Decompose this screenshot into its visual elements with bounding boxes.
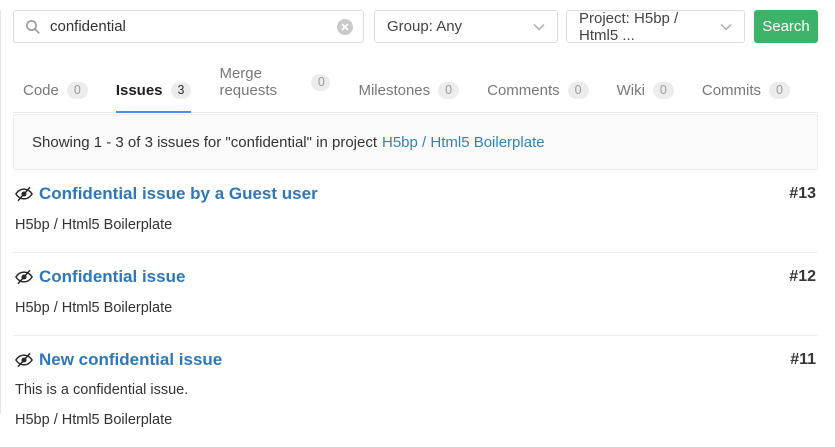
- confidential-eye-slash-icon: [15, 269, 33, 285]
- tab-milestones[interactable]: Milestones 0: [358, 69, 459, 113]
- summary-project-link[interactable]: H5bp / Html5 Boilerplate: [382, 134, 545, 151]
- tab-label: Issues: [116, 82, 163, 99]
- tab-count-badge: 0: [311, 74, 331, 91]
- issue-project-name: H5bp / Html5 Boilerplate: [15, 412, 816, 429]
- tab-label: Wiki: [617, 82, 645, 99]
- chevron-down-icon: [533, 23, 545, 31]
- group-filter-value: Group: Any: [387, 18, 462, 35]
- search-icon: [25, 19, 41, 35]
- search-input[interactable]: [14, 11, 363, 42]
- tab-label: Code: [23, 82, 59, 99]
- issue-result-head: Confidential issue #12: [15, 266, 816, 287]
- tab-count-badge: 3: [171, 82, 192, 99]
- issue-project-name: H5bp / Html5 Boilerplate: [15, 217, 816, 234]
- project-filter-value: Project: H5bp / Html5 ...: [579, 10, 712, 44]
- tab-label: Commits: [702, 82, 761, 99]
- project-filter-dropdown[interactable]: Project: H5bp / Html5 ...: [566, 10, 745, 43]
- search-form: Group: Any Project: H5bp / Html5 ... Sea…: [13, 10, 818, 43]
- issue-title-link[interactable]: Confidential issue: [39, 266, 777, 287]
- issue-number: #12: [789, 268, 816, 286]
- tab-count-badge: 0: [568, 82, 589, 99]
- issue-project-name: H5bp / Html5 Boilerplate: [15, 300, 816, 317]
- results-summary-text: Showing 1 - 3 of 3 issues for "confident…: [32, 134, 377, 151]
- tab-label: Merge requests: [219, 65, 302, 99]
- group-filter-dropdown[interactable]: Group: Any: [374, 10, 558, 43]
- tab-label: Milestones: [358, 82, 430, 99]
- search-results-page: Group: Any Project: H5bp / Html5 ... Sea…: [1, 10, 835, 447]
- tab-label: Comments: [487, 82, 560, 99]
- tab-count-badge: 0: [653, 82, 674, 99]
- clear-search-icon[interactable]: [336, 18, 354, 36]
- tab-wiki[interactable]: Wiki 0: [617, 69, 674, 113]
- tab-count-badge: 0: [769, 82, 790, 99]
- chevron-down-icon: [720, 23, 732, 31]
- issue-result-head: New confidential issue #11: [15, 349, 816, 370]
- issue-result-row: Confidential issue by a Guest user #13 H…: [13, 170, 818, 253]
- search-button[interactable]: Search: [754, 10, 818, 43]
- issue-result-row: Confidential issue #12 H5bp / Html5 Boil…: [13, 253, 818, 336]
- issue-number: #13: [789, 185, 816, 203]
- issue-title-link[interactable]: Confidential issue by a Guest user: [39, 183, 777, 204]
- tab-count-badge: 0: [67, 82, 88, 99]
- search-input-wrap: [13, 10, 364, 43]
- issue-result-head: Confidential issue by a Guest user #13: [15, 183, 816, 204]
- tab-merge-requests[interactable]: Merge requests 0: [219, 52, 330, 113]
- confidential-eye-slash-icon: [15, 186, 33, 202]
- tab-count-badge: 0: [438, 82, 459, 99]
- results-summary-banner: Showing 1 - 3 of 3 issues for "confident…: [13, 114, 818, 170]
- issue-number: #11: [790, 351, 816, 369]
- issue-description: This is a confidential issue.: [15, 382, 816, 399]
- issue-result-row: New confidential issue #11 This is a con…: [13, 336, 818, 447]
- issue-title-link[interactable]: New confidential issue: [39, 349, 778, 370]
- tab-code[interactable]: Code 0: [23, 69, 88, 113]
- tab-commits[interactable]: Commits 0: [702, 69, 790, 113]
- tab-issues[interactable]: Issues 3: [116, 69, 192, 113]
- tab-comments[interactable]: Comments 0: [487, 69, 588, 113]
- search-category-tabs: Code 0 Issues 3 Merge requests 0 Milesto…: [13, 52, 818, 113]
- confidential-eye-slash-icon: [15, 352, 33, 368]
